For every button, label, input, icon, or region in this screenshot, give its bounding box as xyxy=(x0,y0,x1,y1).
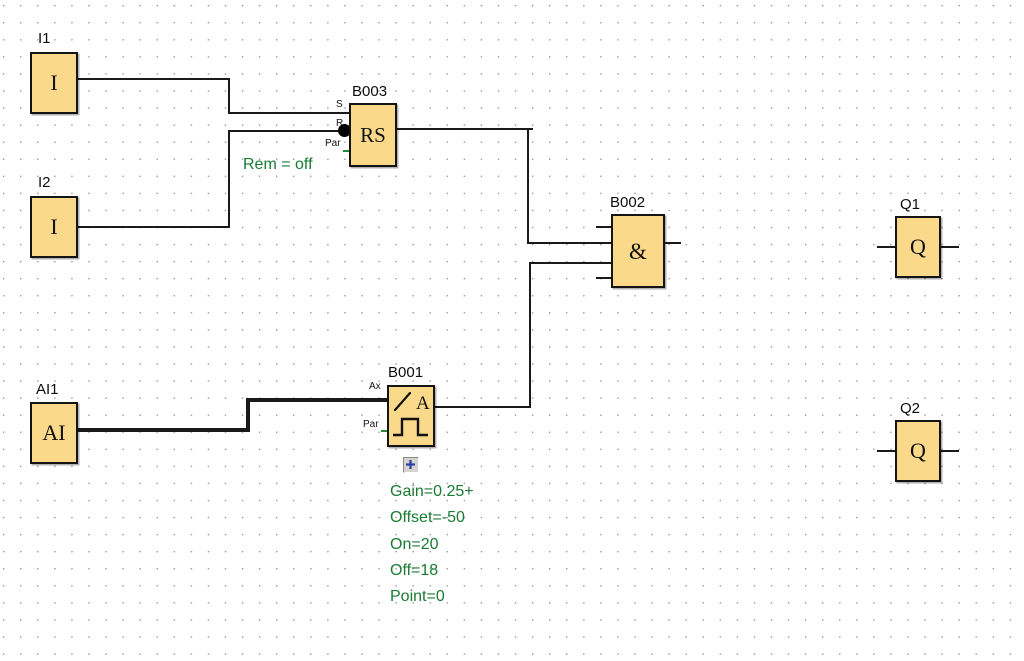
wire-b003-out-h2[interactable] xyxy=(527,242,613,244)
block-b001-analog-threshold[interactable]: A xyxy=(387,385,435,447)
block-q2[interactable]: Q xyxy=(895,420,941,482)
wire-i2-h1[interactable] xyxy=(78,226,230,228)
block-glyph-ai1: AI xyxy=(42,420,66,445)
stub-q2-out[interactable] xyxy=(939,450,959,452)
block-label-ai1: AI1 xyxy=(36,381,59,398)
param-on: On=20 xyxy=(390,536,439,553)
wire-i1-h2[interactable] xyxy=(228,112,350,114)
wire-ai1-h1[interactable] xyxy=(78,428,250,432)
stub-q2-in[interactable] xyxy=(877,450,897,452)
stub-b002-out[interactable] xyxy=(663,242,681,244)
analog-threshold-icon: A xyxy=(389,387,433,445)
wire-b001-out-v1[interactable] xyxy=(529,262,531,408)
block-label-b003: B003 xyxy=(352,83,388,100)
block-glyph-i1: I xyxy=(50,70,58,95)
block-q1[interactable]: Q xyxy=(895,216,941,278)
wire-b001-out-h1[interactable] xyxy=(433,406,531,408)
block-ai1[interactable]: AI xyxy=(30,402,78,464)
wire-ai1-h2[interactable] xyxy=(246,398,389,402)
block-label-q1: Q1 xyxy=(900,196,921,213)
block-label-q2: Q2 xyxy=(900,400,921,417)
wire-i1-v1[interactable] xyxy=(228,78,230,114)
wire-b003-out-h1[interactable] xyxy=(395,128,533,130)
block-label-i2: I2 xyxy=(38,174,51,191)
wire-ai1-v1[interactable] xyxy=(246,398,250,432)
block-glyph-q1: Q xyxy=(910,234,926,259)
param-gain: Gain=0.25+ xyxy=(390,483,474,500)
block-i1[interactable]: I xyxy=(30,52,78,114)
pin-label-b003-r: R xyxy=(336,118,344,129)
param-offset: Offset=-50 xyxy=(390,509,465,526)
plus-icon[interactable] xyxy=(403,457,419,473)
pin-label-b003-par: Par xyxy=(325,138,341,149)
wire-b003-out-v1[interactable] xyxy=(527,128,529,244)
block-i2[interactable]: I xyxy=(30,196,78,258)
fbd-canvas[interactable]: I1 I2 AI1 B003 B002 B001 Q1 Q2 I I AI RS… xyxy=(0,0,1024,661)
svg-text:A: A xyxy=(416,393,430,414)
annotation-rem-off[interactable]: Rem = off xyxy=(243,156,313,174)
pin-label-b001-ax: Ax xyxy=(369,381,381,392)
block-b003-rs[interactable]: RS xyxy=(349,103,397,167)
block-label-b002: B002 xyxy=(610,194,646,211)
wire-b001-out-h2[interactable] xyxy=(529,262,613,264)
block-glyph-q2: Q xyxy=(910,438,926,463)
param-point: Point=0 xyxy=(390,588,445,605)
wire-i2-h2[interactable] xyxy=(228,130,350,132)
pin-label-b003-s: S xyxy=(336,99,343,110)
stub-q1-out[interactable] xyxy=(939,246,959,248)
block-b002-and[interactable]: & xyxy=(611,214,665,288)
wire-i1-h1[interactable] xyxy=(78,78,230,80)
pin-label-b001-par: Par xyxy=(363,419,379,430)
block-glyph-b003: RS xyxy=(360,122,386,147)
param-off: Off=18 xyxy=(390,562,439,579)
stub-q1-in[interactable] xyxy=(877,246,897,248)
block-label-b001: B001 xyxy=(388,364,424,381)
block-glyph-b002: & xyxy=(629,238,647,264)
block-label-i1: I1 xyxy=(38,30,51,47)
wire-i2-v1[interactable] xyxy=(228,130,230,228)
block-glyph-i2: I xyxy=(50,214,58,239)
